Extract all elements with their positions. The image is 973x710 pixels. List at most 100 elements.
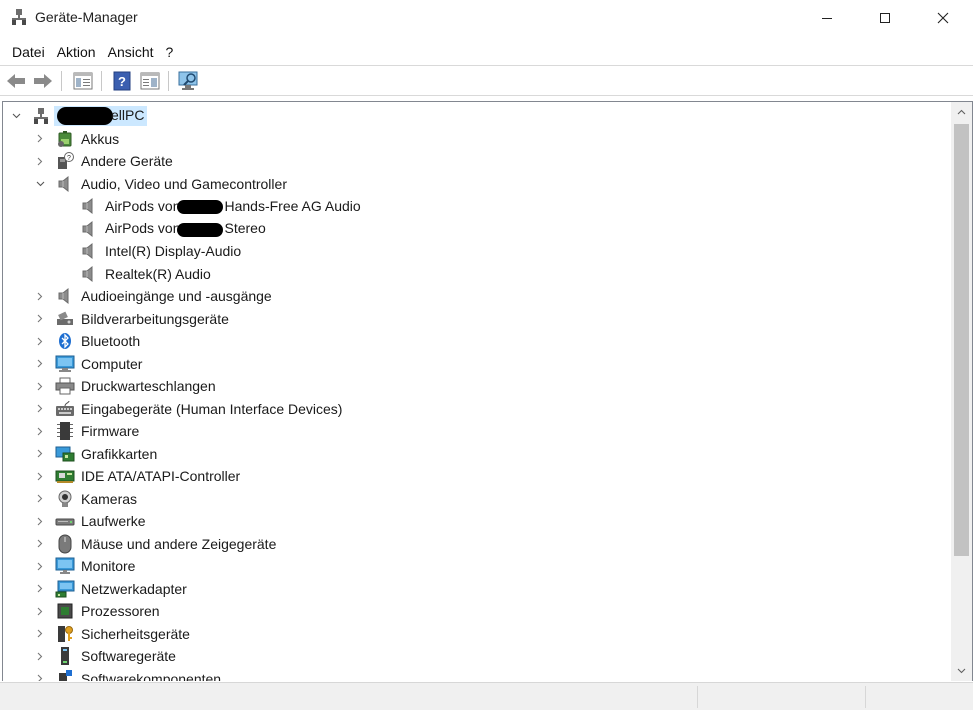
expand-chevron-icon[interactable] xyxy=(33,578,47,600)
expand-chevron-icon[interactable] xyxy=(33,645,47,667)
expand-chevron-icon[interactable] xyxy=(33,488,47,510)
speaker-icon xyxy=(79,241,99,261)
chip-icon xyxy=(55,421,75,441)
tree-category-audioeingänge-und-ausgänge[interactable]: Audioeingänge und -ausgänge xyxy=(33,285,272,307)
tree-category-label: Andere Geräte xyxy=(81,153,173,169)
tree-category-sicherheitsgeräte[interactable]: Sicherheitsgeräte xyxy=(33,623,190,645)
collapse-chevron-icon[interactable] xyxy=(33,173,47,195)
battery-icon xyxy=(55,129,75,149)
bluetooth-icon xyxy=(55,331,75,351)
back-button[interactable] xyxy=(5,70,27,92)
tree-category-andere-geräte[interactable]: ? Andere Geräte xyxy=(33,150,173,172)
tree-category-computer[interactable]: Computer xyxy=(33,353,142,375)
close-icon xyxy=(937,12,949,24)
tree-category-mäuse-und-andere-zeigegeräte[interactable]: Mäuse und andere Zeigegeräte xyxy=(33,533,276,555)
tree-category-label: Prozessoren xyxy=(81,603,160,619)
back-arrow-icon xyxy=(7,74,25,88)
tree-device-item[interactable]: Realtek(R) Audio xyxy=(57,263,211,285)
menu-bar: Datei Aktion Ansicht ? xyxy=(0,40,973,64)
expand-chevron-icon[interactable] xyxy=(33,375,47,397)
maximize-button[interactable] xyxy=(856,0,914,36)
properties-button[interactable] xyxy=(72,70,94,92)
expand-chevron-icon[interactable] xyxy=(33,443,47,465)
maximize-icon xyxy=(880,13,890,23)
expand-chevron-icon[interactable] xyxy=(33,555,47,577)
tree-category-label: Bluetooth xyxy=(81,333,141,349)
tree-device-item[interactable]: AirPods von Stereo xyxy=(57,218,266,240)
collapse-chevron-icon[interactable] xyxy=(9,105,23,127)
tree-category-label: Monitore xyxy=(81,558,136,574)
expand-chevron-icon[interactable] xyxy=(33,128,47,150)
menu-ansicht[interactable]: Ansicht xyxy=(102,40,160,64)
tree-category-prozessoren[interactable]: Prozessoren xyxy=(33,600,160,622)
webcam-icon xyxy=(55,489,75,509)
forward-button[interactable] xyxy=(32,70,54,92)
tree-category-bluetooth[interactable]: Bluetooth xyxy=(33,330,140,352)
menu-help[interactable]: ? xyxy=(160,40,180,64)
tree-root-computer[interactable]: ellPC xyxy=(9,105,148,127)
speaker-icon xyxy=(55,174,75,194)
tree-category-audio-video-und-gamecontroller[interactable]: Audio, Video und Gamecontroller xyxy=(33,173,287,195)
expand-chevron-icon[interactable] xyxy=(33,330,47,352)
tree-category-label: Computer xyxy=(81,355,143,372)
tree-category-label: Laufwerke xyxy=(81,513,146,529)
device-tree[interactable]: ellPC Akkus ? Andere Geräte Audio, Video un… xyxy=(3,102,951,681)
tree-category-netzwerkadapter[interactable]: Netzwerkadapter xyxy=(33,578,187,600)
expand-chevron-icon[interactable] xyxy=(33,465,47,487)
computer-root-icon xyxy=(31,106,51,126)
tree-device-label: AirPods von Stereo xyxy=(105,220,266,237)
tree-category-grafikkarten[interactable]: Grafikkarten xyxy=(33,443,157,465)
tree-category-firmware[interactable]: Firmware xyxy=(33,420,139,442)
help-icon: ? xyxy=(113,71,131,91)
tree-category-akkus[interactable]: Akkus xyxy=(33,128,119,150)
title-bar[interactable]: Geräte-Manager xyxy=(0,0,973,36)
monitor-icon xyxy=(55,556,75,576)
tree-category-druckwarteschlangen[interactable]: Druckwarteschlangen xyxy=(33,375,216,397)
tree-category-label: IDE ATA/ATAPI-Controller xyxy=(81,468,241,484)
tree-category-eingabegeräte-human-interface-devices[interactable]: Eingabegeräte (Human Interface Devices) xyxy=(33,398,342,420)
view-panel-button[interactable] xyxy=(139,70,161,92)
mouse-icon xyxy=(55,534,75,554)
tree-device-label: Intel(R) Display-Audio xyxy=(105,243,242,259)
expand-chevron-icon[interactable] xyxy=(33,420,47,442)
expand-chevron-icon[interactable] xyxy=(33,150,47,172)
tree-category-ide-ata-atapi-controller[interactable]: IDE ATA/ATAPI-Controller xyxy=(33,465,240,487)
expand-chevron-icon[interactable] xyxy=(33,668,47,681)
software-device-icon xyxy=(55,646,75,666)
expand-chevron-icon[interactable] xyxy=(33,510,47,532)
processor-icon xyxy=(55,601,75,621)
tree-category-softwarekomponenten[interactable]: Softwarekomponenten xyxy=(33,668,221,681)
tree-category-label: Audio, Video und Gamecontroller xyxy=(81,175,287,192)
expand-chevron-icon[interactable] xyxy=(33,600,47,622)
scrollbar-thumb[interactable] xyxy=(954,124,969,556)
tree-device-item[interactable]: AirPods von Hands-Free AG Audio xyxy=(57,195,361,217)
expand-chevron-icon[interactable] xyxy=(33,398,47,420)
expand-chevron-icon[interactable] xyxy=(33,308,47,330)
close-button[interactable] xyxy=(914,0,972,36)
menu-aktion[interactable]: Aktion xyxy=(51,40,102,64)
vertical-scrollbar[interactable] xyxy=(951,102,972,681)
menu-datei[interactable]: Datei xyxy=(6,40,51,64)
speaker-icon xyxy=(79,196,99,216)
help-button[interactable]: ? xyxy=(111,70,133,92)
tree-device-item[interactable]: Intel(R) Display-Audio xyxy=(57,240,241,262)
expand-chevron-icon[interactable] xyxy=(33,285,47,307)
printer-icon xyxy=(55,376,75,396)
tree-category-softwaregeräte[interactable]: Softwaregeräte xyxy=(33,645,176,667)
expand-chevron-icon[interactable] xyxy=(33,533,47,555)
expand-chevron-icon[interactable] xyxy=(33,353,47,375)
tree-category-monitore[interactable]: Monitore xyxy=(33,555,135,577)
tree-category-label: Akkus xyxy=(81,130,120,147)
tree-category-laufwerke[interactable]: Laufwerke xyxy=(33,510,146,532)
scroll-down-button[interactable] xyxy=(951,662,972,679)
minimize-button[interactable] xyxy=(798,0,856,36)
tree-category-kameras[interactable]: Kameras xyxy=(33,488,137,510)
speaker-icon xyxy=(79,264,99,284)
expand-chevron-icon[interactable] xyxy=(33,623,47,645)
scroll-up-button[interactable] xyxy=(951,103,972,120)
disk-drive-icon xyxy=(55,511,75,531)
scan-hardware-button[interactable] xyxy=(178,70,200,92)
minimize-icon xyxy=(822,18,832,19)
tree-category-bildverarbeitungsgeräte[interactable]: Bildverarbeitungsgeräte xyxy=(33,308,229,330)
